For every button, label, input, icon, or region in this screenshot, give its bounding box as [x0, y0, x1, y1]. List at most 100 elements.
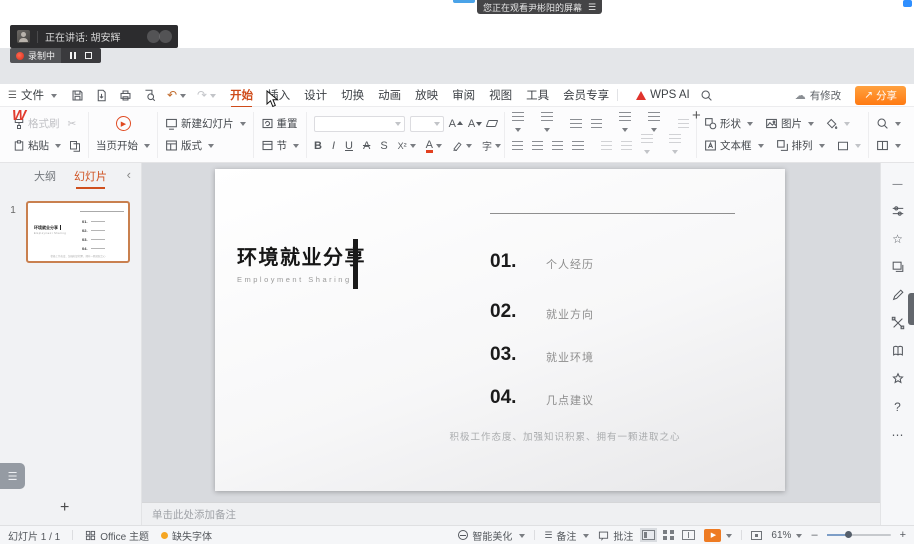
- sidebar-drag-handle[interactable]: [908, 293, 914, 325]
- export-button[interactable]: [95, 89, 108, 102]
- find-replace-button[interactable]: [876, 117, 901, 130]
- slide-thumbnail[interactable]: 环境就业分享 Employment Sharing 01. 02. 03. 04…: [26, 201, 130, 263]
- menu-tab-home[interactable]: 开始: [230, 87, 253, 103]
- wps-logo[interactable]: W: [12, 107, 26, 124]
- font-color-button[interactable]: A: [426, 139, 442, 153]
- comments-button[interactable]: 批注: [598, 528, 633, 543]
- menu-tab-animation[interactable]: 动画: [378, 87, 401, 103]
- play-options-icon[interactable]: [726, 534, 732, 541]
- tools-icon[interactable]: [891, 316, 905, 330]
- slide-library-icon[interactable]: [891, 260, 905, 274]
- reading-view-button[interactable]: [682, 530, 695, 540]
- increase-indent-button[interactable]: [591, 119, 603, 128]
- align-right-button[interactable]: [552, 141, 563, 150]
- menu-tab-design[interactable]: 设计: [304, 87, 327, 103]
- increase-font-button[interactable]: A: [449, 118, 463, 130]
- normal-view-button[interactable]: [642, 530, 655, 540]
- undo-button[interactable]: ↶: [167, 88, 186, 102]
- redo-button[interactable]: ↷: [197, 88, 216, 102]
- chevron-down-icon[interactable]: [240, 122, 246, 129]
- align-left-button[interactable]: [512, 141, 523, 150]
- paste-button[interactable]: 粘贴: [13, 138, 61, 153]
- picture-button[interactable]: 图片: [765, 116, 814, 131]
- agenda-item[interactable]: 04. 几点建议: [490, 387, 594, 409]
- clear-format-button[interactable]: [486, 120, 498, 127]
- slide-sorter-view-button[interactable]: [663, 530, 674, 540]
- new-tab-button[interactable]: +: [692, 107, 701, 124]
- agenda-item[interactable]: 01. 个人经历: [490, 251, 594, 273]
- decrease-indent-button[interactable]: [570, 119, 582, 128]
- slides-tab[interactable]: 幻灯片: [74, 168, 107, 184]
- section-button[interactable]: 节: [261, 138, 300, 153]
- strikethrough-button[interactable]: A: [363, 140, 370, 152]
- arrange-button[interactable]: 排列: [776, 138, 825, 153]
- smart-beautify-button[interactable]: 智能美化: [458, 528, 525, 543]
- template-badge-icon[interactable]: [891, 372, 905, 386]
- help-icon[interactable]: ?: [894, 400, 901, 414]
- add-slide-button[interactable]: +: [60, 499, 69, 517]
- stop-recording-button[interactable]: [85, 52, 92, 59]
- superscript-button[interactable]: X²: [398, 141, 416, 151]
- share-button[interactable]: ↗ 分享: [855, 86, 906, 105]
- font-name-select[interactable]: [314, 116, 405, 132]
- agenda-item[interactable]: 03. 就业环境: [490, 344, 594, 366]
- zoom-slider-knob[interactable]: [845, 531, 852, 538]
- shapes-button[interactable]: 形状: [704, 116, 753, 131]
- outline-tab[interactable]: 大纲: [34, 168, 56, 184]
- start-from-current-button[interactable]: 当页开始: [96, 138, 150, 153]
- file-menu[interactable]: ☰ 文件: [8, 87, 57, 103]
- menu-tab-slideshow[interactable]: 放映: [415, 87, 438, 103]
- layout-button[interactable]: 版式: [165, 138, 214, 153]
- more-options-icon[interactable]: ⋯: [892, 428, 904, 442]
- line-spacing-button[interactable]: [619, 112, 639, 136]
- chevron-down-icon[interactable]: [144, 144, 150, 151]
- shadow-button[interactable]: S: [380, 140, 387, 152]
- design-pen-icon[interactable]: [891, 288, 905, 302]
- highlight-button[interactable]: [452, 140, 472, 151]
- agenda-item[interactable]: 02. 就业方向: [490, 301, 594, 323]
- play-from-page-icon[interactable]: ▶: [116, 116, 131, 131]
- favorites-star-icon[interactable]: ☆: [892, 232, 903, 246]
- zoom-in-button[interactable]: +: [900, 529, 906, 541]
- print-button[interactable]: [119, 89, 132, 102]
- wps-ai-button[interactable]: WPS AI: [636, 89, 690, 101]
- menu-tab-tools[interactable]: 工具: [526, 87, 549, 103]
- pause-recording-button[interactable]: [70, 52, 76, 59]
- collapse-sidebar-icon[interactable]: —: [893, 179, 903, 190]
- notes-button[interactable]: ☰ 备注: [544, 528, 589, 543]
- slide-editor[interactable]: 环境就业分享 Employment Sharing 01. 个人经历 02. 就…: [215, 169, 785, 491]
- align-center-button[interactable]: [532, 141, 543, 150]
- undo-dropdown-icon[interactable]: [180, 94, 186, 101]
- text-direction-button[interactable]: [648, 112, 668, 136]
- decrease-font-button[interactable]: A: [468, 118, 482, 130]
- collapse-panel-icon[interactable]: ‹: [127, 167, 131, 182]
- justify-button[interactable]: [572, 141, 583, 150]
- menu-tab-review[interactable]: 审阅: [452, 87, 475, 103]
- text-effect-button[interactable]: 字: [482, 138, 501, 153]
- sync-status[interactable]: ☁ 有修改: [795, 88, 842, 103]
- bold-button[interactable]: B: [314, 140, 322, 152]
- chevron-down-icon[interactable]: [208, 144, 214, 151]
- zoom-dropdown-icon[interactable]: [796, 534, 802, 541]
- slide-subtitle[interactable]: Employment Sharing: [237, 275, 366, 284]
- zoom-level[interactable]: 61%: [771, 530, 791, 541]
- menu-tab-view[interactable]: 视图: [489, 87, 512, 103]
- properties-icon[interactable]: [891, 204, 905, 218]
- slide-canvas[interactable]: 环境就业分享 Employment Sharing 01. 个人经历 02. 就…: [142, 163, 880, 502]
- italic-button[interactable]: I: [332, 140, 335, 152]
- zoom-out-button[interactable]: –: [811, 529, 817, 541]
- fit-slide-button[interactable]: [751, 531, 762, 540]
- banner-menu-icon[interactable]: ☰: [588, 2, 596, 13]
- meeting-panel-handle[interactable]: ☰: [0, 463, 25, 489]
- font-size-select[interactable]: [410, 116, 444, 132]
- save-button[interactable]: [71, 89, 84, 102]
- slideshow-play-button[interactable]: ▶: [704, 529, 721, 542]
- notes-pane[interactable]: 单击此处添加备注: [142, 502, 880, 525]
- menu-tab-member[interactable]: 会员专享: [563, 87, 609, 103]
- print-preview-button[interactable]: [143, 89, 156, 102]
- chevron-down-icon[interactable]: [293, 144, 299, 151]
- resource-book-icon[interactable]: [891, 344, 905, 358]
- menu-tab-transition[interactable]: 切换: [341, 87, 364, 103]
- slide-title-block[interactable]: 环境就业分享 Employment Sharing: [237, 241, 366, 284]
- underline-button[interactable]: U: [345, 140, 353, 152]
